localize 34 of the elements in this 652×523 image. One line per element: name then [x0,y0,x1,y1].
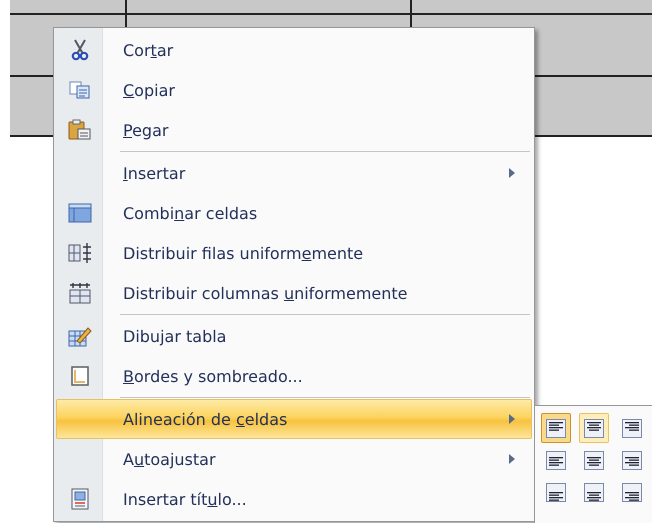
scissors-icon [71,39,89,61]
menu-item[interactable]: Dibujar tabla [56,316,532,356]
menu-item[interactable]: Distribuir columnas uniformemente [56,273,532,313]
align-icon [584,482,604,502]
caption-icon [71,488,89,510]
submenu-arrow-icon [509,168,515,178]
align-icon [546,450,566,470]
menu-item[interactable]: Autoajustar [56,439,532,479]
align-icon [622,482,642,502]
align-icon [584,418,604,438]
paste-icon [68,119,92,141]
align-icon [622,450,642,470]
submenu-arrow-icon [509,414,515,424]
menu-item[interactable]: Combinar celdas [56,193,532,233]
menu-item[interactable]: Insertar título... [56,479,532,519]
align-icon [584,450,604,470]
submenu-arrow-icon [509,454,515,464]
menu-item[interactable]: Insertar [56,153,532,193]
draw-table-icon [68,325,92,347]
alignment-button[interactable] [579,413,609,443]
menu-item[interactable]: Copiar [56,70,532,110]
align-icon [546,482,566,502]
menu-item[interactable]: Bordes y sombreado... [56,356,532,396]
align-icon [622,418,642,438]
distribute-columns-icon [69,282,91,304]
menu-item[interactable]: Distribuir filas uniformemente [56,233,532,273]
alignment-button[interactable] [541,413,571,443]
merge-cells-icon [68,203,92,223]
distribute-rows-icon [68,242,92,264]
copy-icon [69,81,91,99]
menu-item[interactable]: Pegar [56,110,532,150]
page-icon [70,365,90,387]
align-icon [546,418,566,438]
menu-item[interactable]: Alineación de celdas [56,399,532,439]
